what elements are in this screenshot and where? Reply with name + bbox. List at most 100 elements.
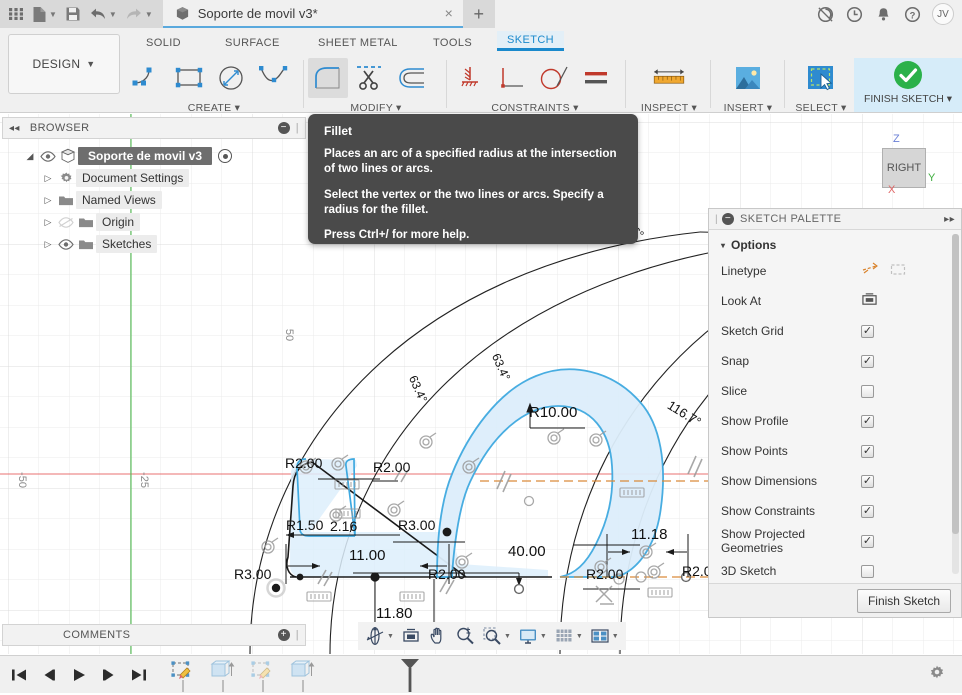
chevron-down-icon[interactable]: ▼ (387, 633, 394, 640)
dimension-label[interactable]: R1.50 (286, 517, 323, 533)
collapse-browser-icon[interactable]: ◂◂ (9, 123, 20, 134)
look-at-icon[interactable] (398, 626, 424, 646)
show-projected-geometries-checkbox[interactable]: ✓ (861, 534, 874, 548)
notifications-icon[interactable] (870, 1, 896, 27)
add-comment-icon[interactable]: + (277, 629, 290, 641)
options-section-header[interactable]: ▾ Options (709, 230, 961, 256)
job-status-icon[interactable] (812, 1, 838, 27)
show-profile-checkbox[interactable]: ✓ (861, 414, 874, 428)
chevron-down-icon[interactable]: ▼ (49, 10, 57, 19)
ribbon-tab-sketch[interactable]: SKETCH (497, 30, 565, 52)
dimension-label[interactable]: R3.00 (398, 517, 435, 533)
select-cursor-icon[interactable] (801, 58, 841, 98)
finish-sketch-button[interactable]: Finish Sketch (856, 588, 951, 613)
panel-label-create[interactable]: CREATE ▾ (128, 102, 300, 114)
go-to-start-icon[interactable] (10, 667, 28, 683)
comments-panel-header[interactable]: COMMENTS + | (2, 624, 306, 646)
tangent-icon[interactable] (534, 58, 574, 98)
dimension-label[interactable]: 40.00 (508, 543, 546, 560)
dimension-label[interactable]: 11.00 (349, 547, 385, 564)
new-tab-button[interactable]: + (462, 0, 495, 28)
ribbon-tab-solid[interactable]: SOLID (136, 32, 191, 54)
panel-label-select[interactable]: SELECT ▾ (788, 102, 854, 114)
expand-arrow-icon[interactable]: ▷ (40, 239, 56, 250)
play-icon[interactable] (70, 667, 88, 683)
close-tab-icon[interactable]: × (405, 5, 453, 21)
display-settings-icon[interactable]: ▼ (515, 626, 550, 646)
minimize-palette-icon[interactable]: − (722, 213, 734, 225)
chevron-down-icon[interactable]: ▼ (109, 10, 117, 19)
dimension-label[interactable]: R10.00 (529, 404, 577, 421)
centerline-icon[interactable] (889, 262, 907, 280)
zoom-window-icon[interactable]: ▼ (479, 626, 514, 646)
slice-checkbox[interactable] (861, 384, 874, 398)
chevron-down-icon[interactable]: ▼ (612, 633, 619, 640)
avatar[interactable]: JV (932, 3, 954, 25)
orbit-icon[interactable]: ▼ (362, 626, 397, 646)
tree-item-sketches[interactable]: ▷ Sketches (40, 233, 292, 255)
tree-item-document-settings[interactable]: ▷ Document Settings (40, 167, 292, 189)
activate-component-icon[interactable] (218, 149, 233, 163)
apps-grid-icon[interactable] (4, 0, 28, 28)
new-document-icon[interactable]: ▼ (28, 0, 61, 28)
panel-label-inspect[interactable]: INSPECT ▾ (630, 102, 708, 114)
panel-label-modify[interactable]: MODIFY ▾ (308, 102, 444, 114)
panel-label-insert[interactable]: INSERT ▾ (714, 102, 782, 114)
minimize-browser-icon[interactable]: − (277, 122, 290, 134)
timeline-feature-sketch[interactable] (250, 660, 276, 692)
insert-image-icon[interactable] (728, 58, 768, 98)
dimension-label[interactable]: R2.00 (285, 455, 322, 471)
visibility-eye-icon[interactable] (56, 238, 76, 250)
pan-icon[interactable] (425, 626, 451, 646)
viewports-icon[interactable]: ▼ (587, 626, 622, 646)
save-icon[interactable] (61, 0, 85, 28)
expand-arrow-icon[interactable]: ◢ (22, 151, 38, 162)
panel-label-constraints[interactable]: CONSTRAINTS ▾ (450, 102, 620, 114)
panel-grip-icon[interactable]: | (296, 629, 299, 641)
view-cube-face[interactable]: RIGHT (882, 148, 926, 188)
visibility-eye-icon[interactable] (38, 150, 58, 162)
workspace-selector[interactable]: DESIGN ▼ (8, 34, 120, 94)
ribbon-tab-surface[interactable]: SURFACE (215, 32, 290, 54)
chevron-down-icon[interactable]: ▼ (504, 633, 511, 640)
chevron-down-icon[interactable]: ▼ (576, 633, 583, 640)
trim-icon[interactable] (350, 58, 390, 98)
equal-icon[interactable] (576, 58, 616, 98)
timeline-feature-extrude[interactable] (290, 660, 316, 692)
sketch-grid-checkbox[interactable]: ✓ (861, 324, 874, 338)
dimension-label[interactable]: 2.16 (330, 518, 357, 534)
ribbon-tab-sheet-metal[interactable]: SHEET METAL (308, 32, 408, 54)
step-back-icon[interactable] (40, 667, 58, 683)
expand-palette-icon[interactable]: ▸▸ (944, 214, 955, 225)
zoom-icon[interactable] (452, 626, 478, 646)
expand-arrow-icon[interactable]: ▷ (40, 195, 56, 206)
finish-sketch-ribbon-button[interactable]: FINISH SKETCH ▾ (854, 58, 962, 112)
help-icon[interactable]: ? (899, 1, 925, 27)
tree-item-origin[interactable]: ▷ Origin (40, 211, 292, 233)
redo-icon[interactable]: ▼ (121, 0, 157, 28)
grid-snaps-icon[interactable]: ▼ (551, 626, 586, 646)
tree-item-named-views[interactable]: ▷ Named Views (40, 189, 292, 211)
arc-icon[interactable] (128, 58, 168, 98)
show-constraints-checkbox[interactable]: ✓ (861, 504, 874, 518)
3d-sketch-checkbox[interactable] (861, 564, 874, 578)
circle-icon[interactable] (212, 58, 252, 98)
timeline-marker[interactable] (398, 658, 422, 695)
timeline-feature-extrude[interactable] (210, 660, 236, 692)
timeline-feature-sketch[interactable] (170, 660, 196, 692)
expand-arrow-icon[interactable]: ▷ (40, 217, 56, 228)
chevron-down-icon[interactable]: ▼ (540, 633, 547, 640)
construction-linetype-icon[interactable] (861, 262, 879, 280)
dimension-label[interactable]: R2.00 (428, 566, 465, 582)
show-dimensions-checkbox[interactable]: ✓ (861, 474, 874, 488)
dimension-label[interactable]: 11.18 (631, 526, 667, 543)
tree-item-soporte-de-movil-v3[interactable]: ◢ Soporte de movil v3 (22, 145, 292, 167)
show-points-checkbox[interactable]: ✓ (861, 444, 874, 458)
dimension-label[interactable]: 11.80 (376, 605, 412, 622)
fillet-icon[interactable] (308, 58, 348, 98)
rectangle-icon[interactable] (170, 58, 210, 98)
panel-grip-icon[interactable]: | (296, 122, 299, 134)
spline-icon[interactable] (254, 58, 294, 98)
fix-constraint-icon[interactable] (450, 58, 490, 98)
expand-arrow-icon[interactable]: ▷ (40, 173, 56, 184)
